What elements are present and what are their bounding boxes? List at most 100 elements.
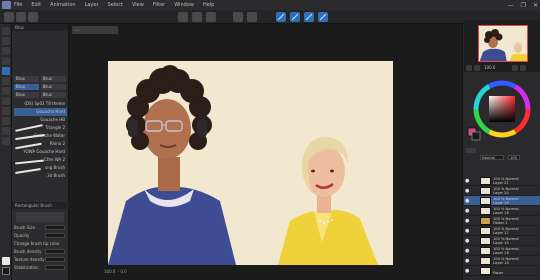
brush-item[interactable]: YOWA Gouache Hard (14, 148, 67, 156)
brush-size-slider[interactable] (45, 225, 65, 230)
visibility-eye-icon[interactable]: ● (465, 249, 470, 254)
canvas-artwork[interactable] (108, 61, 393, 265)
visibility-eye-icon[interactable]: ● (465, 229, 470, 234)
open-icon[interactable] (16, 12, 26, 22)
visibility-eye-icon[interactable]: ● (465, 189, 470, 194)
move-tool-icon[interactable] (2, 37, 10, 45)
sub-color-swatch[interactable] (2, 267, 10, 275)
portrait-illustration (108, 65, 378, 265)
brush-item[interactable]: (DS) Sp01 T8 theme (14, 100, 67, 108)
layer-row[interactable]: ● 100 % Normal Layer 20 (464, 186, 540, 196)
snap-ruler-icon[interactable] (276, 12, 286, 22)
layer-name: Paper (493, 271, 504, 275)
subtool-group-tab[interactable]: Brus (14, 84, 39, 90)
texture-density-row[interactable]: Texture density (14, 256, 67, 263)
brush-item[interactable]: 3d Brush (14, 172, 67, 180)
blend-tool-icon[interactable] (2, 97, 10, 105)
subtool-group-tab[interactable]: Brus (14, 92, 39, 98)
app-logo-icon (2, 1, 11, 9)
zoom-in-icon[interactable] (474, 65, 480, 71)
stabilization-slider[interactable] (45, 265, 65, 270)
menu-select[interactable]: Select (108, 0, 123, 10)
brush-size-row[interactable]: Brush Size (14, 224, 67, 231)
menu-layer[interactable]: Layer (85, 0, 99, 10)
brush-tool-icon[interactable] (2, 67, 10, 75)
minimize-button[interactable]: — (508, 2, 514, 9)
fill-icon[interactable] (247, 12, 257, 22)
brush-item[interactable]: Gouache HB (14, 116, 67, 124)
new-file-icon[interactable] (4, 12, 14, 22)
gradient-tool-icon[interactable] (2, 117, 10, 125)
subtool-group-tab[interactable]: Brus (14, 76, 39, 82)
brush-tip-color-row[interactable]: Change brush tip color (14, 240, 67, 247)
visibility-eye-icon[interactable]: ● (465, 259, 470, 264)
tool-palette (0, 24, 12, 280)
menu-edit[interactable]: Edit (31, 0, 41, 10)
visibility-eye-icon[interactable]: ● (465, 269, 470, 274)
menu-window[interactable]: Window (174, 0, 194, 10)
menu-help[interactable]: Help (203, 0, 214, 10)
texture-density-label: Texture density (14, 257, 45, 262)
transform-icon[interactable] (206, 12, 216, 22)
snap-grid-icon[interactable] (304, 12, 314, 22)
opacity-label: Opacity (14, 233, 30, 238)
snap-special-ruler-icon[interactable] (290, 12, 300, 22)
layer-opacity-field[interactable]: 100 (508, 155, 520, 160)
document-tab[interactable]: … (72, 26, 118, 34)
stabilization-row[interactable]: Stabilization (14, 264, 67, 271)
figure-tool-icon[interactable] (2, 137, 10, 145)
layer-row-selected[interactable]: ● 100 % Normal Layer 19 (464, 196, 540, 206)
undo-icon[interactable] (178, 12, 188, 22)
layer-panel: Normal 100 ● 100 % Normal Layer 21 ● 100 % … (464, 146, 540, 280)
layer-row[interactable]: ● 100 % Normal Layer 17 (464, 226, 540, 236)
brush-density-slider[interactable] (45, 249, 65, 254)
visibility-eye-icon[interactable]: ● (465, 179, 470, 184)
subtool-group-tab[interactable]: Brus (41, 76, 66, 82)
redo-icon[interactable] (192, 12, 202, 22)
text-tool-icon[interactable] (2, 127, 10, 135)
menu-view[interactable]: View (132, 0, 144, 10)
clear-icon[interactable] (233, 12, 243, 22)
maximize-button[interactable]: ❐ (521, 2, 526, 9)
brush-density-row[interactable]: Brush density (14, 248, 67, 255)
menu-animation[interactable]: Animation (50, 0, 76, 10)
pencil-tool-icon[interactable] (2, 77, 10, 85)
zoom-out-icon[interactable] (466, 65, 472, 71)
eraser-tool-icon[interactable] (2, 87, 10, 95)
visibility-eye-icon[interactable]: ● (465, 239, 470, 244)
texture-density-slider[interactable] (45, 257, 65, 262)
main-color-swatch[interactable] (2, 257, 10, 265)
layer-thumbnail (480, 187, 491, 195)
fill-tool-icon[interactable] (2, 107, 10, 115)
layer-row[interactable]: ● 100 % Normal Layer 16 (464, 246, 540, 256)
snap-perspective-icon[interactable] (318, 12, 328, 22)
eyedropper-tool-icon[interactable] (2, 57, 10, 65)
layer-row[interactable]: ● 100 % Normal Layer 21 (464, 176, 540, 186)
menu-filter[interactable]: Filter (153, 0, 165, 10)
opacity-row[interactable]: Opacity (14, 232, 67, 239)
rotate-icon[interactable] (512, 65, 518, 71)
subtool-group-tab[interactable]: Brus (41, 84, 66, 90)
opacity-slider[interactable] (45, 233, 65, 238)
subtool-group-tab[interactable]: Brus (41, 92, 66, 98)
brush-item[interactable]: Gouache Hard (14, 108, 67, 116)
navigator-thumbnail[interactable] (478, 25, 528, 62)
flip-icon[interactable] (520, 65, 526, 71)
layer-row[interactable]: ● 100 % Normal Layer 18 (464, 206, 540, 216)
layer-panel-tab[interactable] (466, 148, 476, 153)
navigator-zoom-value: 100.0 (484, 65, 496, 70)
visibility-eye-icon[interactable]: ● (465, 219, 470, 224)
layer-row[interactable]: ● 100 % Normal Layer 15 (464, 236, 540, 246)
select-tool-icon[interactable] (2, 47, 10, 55)
color-wheel[interactable] (464, 78, 540, 144)
visibility-eye-icon[interactable]: ● (465, 199, 470, 204)
zoom-tool-icon[interactable] (2, 27, 10, 35)
menu-file[interactable]: File (14, 0, 22, 10)
layer-folder-row[interactable]: ● 100 % Normal Folder 1 (464, 216, 540, 226)
save-icon[interactable] (28, 12, 38, 22)
paper-layer-row[interactable]: ● Paper (464, 266, 540, 276)
layer-row[interactable]: ● 100 % Normal Layer 14 (464, 256, 540, 266)
close-button[interactable]: ✕ (533, 2, 538, 9)
blend-mode-select[interactable]: Normal (480, 155, 504, 160)
visibility-eye-icon[interactable]: ● (465, 209, 470, 214)
